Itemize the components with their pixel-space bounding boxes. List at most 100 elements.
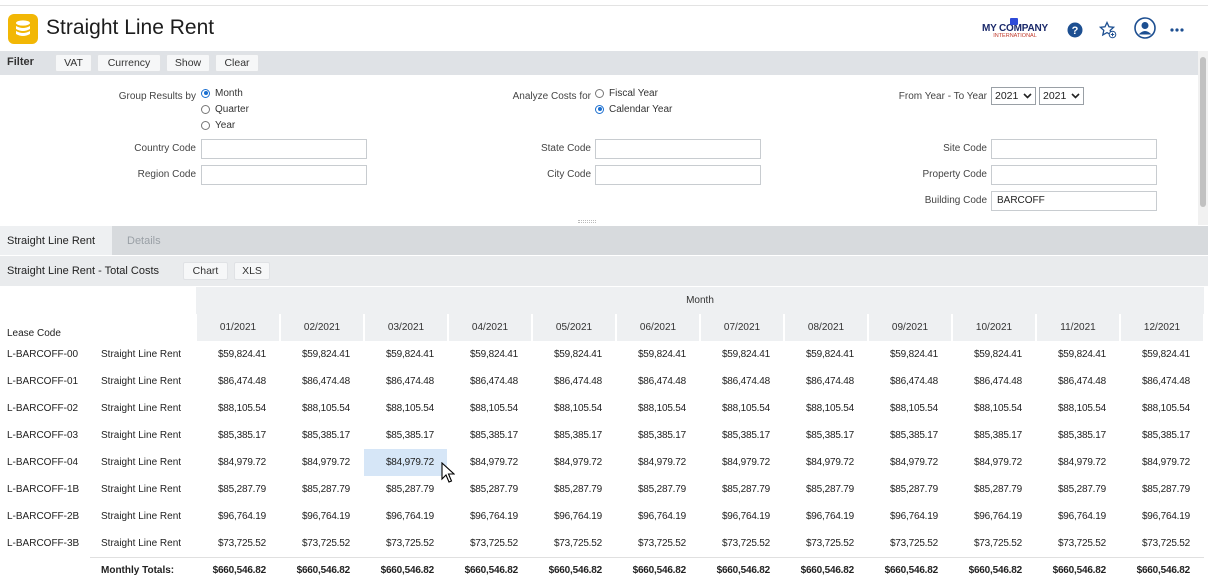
cost-cell[interactable]: $96,764.19 bbox=[1036, 503, 1119, 530]
analyze-option-fiscal[interactable]: Fiscal Year bbox=[595, 86, 658, 100]
cost-cell[interactable]: $73,725.52 bbox=[868, 530, 951, 557]
cost-cell[interactable]: $73,725.52 bbox=[1036, 530, 1119, 557]
cost-cell[interactable]: $84,979.72 bbox=[364, 449, 447, 476]
cost-cell[interactable]: $96,764.19 bbox=[364, 503, 447, 530]
cost-cell[interactable]: $96,764.19 bbox=[616, 503, 699, 530]
cost-cell[interactable]: $96,764.19 bbox=[196, 503, 279, 530]
cost-cell[interactable]: $59,824.41 bbox=[1036, 341, 1119, 368]
scrollbar-thumb[interactable] bbox=[1200, 57, 1206, 207]
cost-cell[interactable]: $59,824.41 bbox=[784, 341, 867, 368]
cost-cell[interactable]: $88,105.54 bbox=[196, 395, 279, 422]
cost-cell[interactable]: $85,385.17 bbox=[700, 422, 783, 449]
cost-cell[interactable]: $85,385.17 bbox=[1036, 422, 1119, 449]
radio-year[interactable] bbox=[201, 120, 210, 130]
cost-cell[interactable]: $84,979.72 bbox=[952, 449, 1035, 476]
building-code-input[interactable]: BARCOFF bbox=[991, 191, 1157, 211]
month-column-header[interactable]: 11/2021 bbox=[1036, 314, 1119, 341]
month-column-header[interactable]: 10/2021 bbox=[952, 314, 1035, 341]
cost-cell[interactable]: $88,105.54 bbox=[616, 395, 699, 422]
cost-cell[interactable]: $85,287.79 bbox=[1036, 476, 1119, 503]
cost-cell[interactable]: $85,385.17 bbox=[196, 422, 279, 449]
cost-cell[interactable]: $96,764.19 bbox=[280, 503, 363, 530]
cost-cell[interactable]: $88,105.54 bbox=[868, 395, 951, 422]
cost-cell[interactable]: $86,474.48 bbox=[700, 368, 783, 395]
cost-cell[interactable]: $85,287.79 bbox=[868, 476, 951, 503]
cost-cell[interactable]: $96,764.19 bbox=[868, 503, 951, 530]
cost-cell[interactable]: $73,725.52 bbox=[784, 530, 867, 557]
cost-cell[interactable]: $59,824.41 bbox=[532, 341, 615, 368]
from-year-select[interactable]: 2021 bbox=[991, 87, 1036, 105]
cost-cell[interactable]: $85,385.17 bbox=[448, 422, 531, 449]
month-column-header[interactable]: 03/2021 bbox=[364, 314, 447, 341]
cost-cell[interactable]: $85,287.79 bbox=[364, 476, 447, 503]
cost-cell[interactable]: $73,725.52 bbox=[364, 530, 447, 557]
city-code-input[interactable] bbox=[595, 165, 761, 185]
month-column-header[interactable]: 08/2021 bbox=[784, 314, 867, 341]
tab-straight-line-rent[interactable]: Straight Line Rent bbox=[0, 226, 112, 255]
cost-cell[interactable]: $84,979.72 bbox=[448, 449, 531, 476]
cost-cell[interactable]: $96,764.19 bbox=[952, 503, 1035, 530]
cost-cell[interactable]: $73,725.52 bbox=[700, 530, 783, 557]
cost-cell[interactable]: $86,474.48 bbox=[868, 368, 951, 395]
country-code-input[interactable] bbox=[201, 139, 367, 159]
cost-cell[interactable]: $84,979.72 bbox=[532, 449, 615, 476]
clear-button[interactable]: Clear bbox=[215, 54, 259, 72]
month-column-header[interactable]: 07/2021 bbox=[700, 314, 783, 341]
group-option-month[interactable]: Month bbox=[201, 86, 243, 100]
cost-cell[interactable]: $88,105.54 bbox=[280, 395, 363, 422]
cost-cell[interactable]: $59,824.41 bbox=[280, 341, 363, 368]
cost-cell[interactable]: $84,979.72 bbox=[196, 449, 279, 476]
cost-cell[interactable]: $85,287.79 bbox=[616, 476, 699, 503]
cost-cell[interactable]: $88,105.54 bbox=[448, 395, 531, 422]
cost-cell[interactable]: $59,824.41 bbox=[364, 341, 447, 368]
cost-cell[interactable]: $96,764.19 bbox=[784, 503, 867, 530]
more-icon[interactable] bbox=[1167, 20, 1187, 40]
cost-cell[interactable]: $88,105.54 bbox=[1120, 395, 1203, 422]
chart-button[interactable]: Chart bbox=[183, 262, 228, 280]
month-column-header[interactable]: 02/2021 bbox=[280, 314, 363, 341]
radio-fiscal-year[interactable] bbox=[595, 88, 604, 98]
cost-cell[interactable]: $84,979.72 bbox=[700, 449, 783, 476]
resize-grip[interactable] bbox=[578, 220, 596, 223]
favorite-add-icon[interactable] bbox=[1098, 20, 1118, 40]
cost-cell[interactable]: $85,385.17 bbox=[1120, 422, 1203, 449]
cost-cell[interactable]: $86,474.48 bbox=[196, 368, 279, 395]
cost-cell[interactable]: $88,105.54 bbox=[784, 395, 867, 422]
month-column-header[interactable]: 01/2021 bbox=[196, 314, 279, 341]
xls-button[interactable]: XLS bbox=[234, 262, 270, 280]
cost-cell[interactable]: $85,385.17 bbox=[364, 422, 447, 449]
cost-cell[interactable]: $85,385.17 bbox=[280, 422, 363, 449]
cost-cell[interactable]: $59,824.41 bbox=[952, 341, 1035, 368]
cost-cell[interactable]: $59,824.41 bbox=[700, 341, 783, 368]
month-column-header[interactable]: 12/2021 bbox=[1120, 314, 1203, 341]
cost-cell[interactable]: $73,725.52 bbox=[196, 530, 279, 557]
cost-cell[interactable]: $73,725.52 bbox=[616, 530, 699, 557]
cost-cell[interactable]: $85,385.17 bbox=[616, 422, 699, 449]
show-button[interactable]: Show bbox=[166, 54, 210, 72]
cost-cell[interactable]: $59,824.41 bbox=[868, 341, 951, 368]
cost-cell[interactable]: $84,979.72 bbox=[280, 449, 363, 476]
cost-cell[interactable]: $73,725.52 bbox=[952, 530, 1035, 557]
cost-cell[interactable]: $85,287.79 bbox=[448, 476, 531, 503]
cost-cell[interactable]: $73,725.52 bbox=[448, 530, 531, 557]
user-icon[interactable] bbox=[1134, 17, 1156, 39]
cost-cell[interactable]: $88,105.54 bbox=[364, 395, 447, 422]
cost-cell[interactable]: $85,385.17 bbox=[784, 422, 867, 449]
cost-cell[interactable]: $86,474.48 bbox=[1120, 368, 1203, 395]
analyze-option-calendar[interactable]: Calendar Year bbox=[595, 102, 672, 116]
cost-cell[interactable]: $84,979.72 bbox=[1036, 449, 1119, 476]
cost-cell[interactable]: $86,474.48 bbox=[448, 368, 531, 395]
cost-cell[interactable]: $85,385.17 bbox=[868, 422, 951, 449]
filter-scrollbar[interactable] bbox=[1198, 51, 1208, 225]
cost-cell[interactable]: $88,105.54 bbox=[1036, 395, 1119, 422]
cost-cell[interactable]: $84,979.72 bbox=[1120, 449, 1203, 476]
cost-cell[interactable]: $85,287.79 bbox=[784, 476, 867, 503]
month-column-header[interactable]: 09/2021 bbox=[868, 314, 951, 341]
cost-cell[interactable]: $59,824.41 bbox=[448, 341, 531, 368]
cost-cell[interactable]: $86,474.48 bbox=[952, 368, 1035, 395]
cost-cell[interactable]: $88,105.54 bbox=[952, 395, 1035, 422]
site-code-input[interactable] bbox=[991, 139, 1157, 159]
cost-cell[interactable]: $59,824.41 bbox=[196, 341, 279, 368]
cost-cell[interactable]: $84,979.72 bbox=[868, 449, 951, 476]
group-option-year[interactable]: Year bbox=[201, 118, 235, 132]
